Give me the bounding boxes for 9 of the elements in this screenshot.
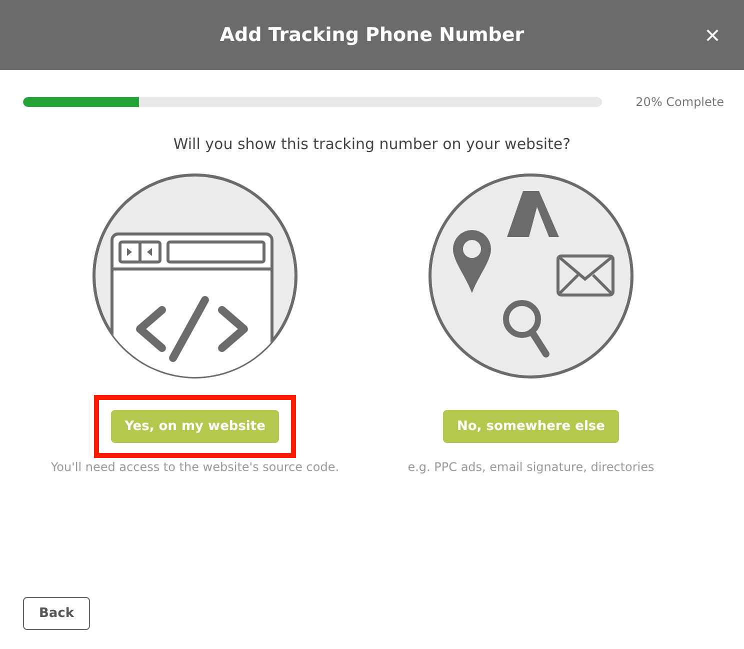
dialog-title: Add Tracking Phone Number <box>220 24 524 46</box>
option-caption: You'll need access to the website's source code. <box>50 460 340 474</box>
browser-code-icon <box>92 173 298 379</box>
close-button[interactable]: × <box>704 22 720 48</box>
question-text: Will you show this tracking number on your website? <box>172 135 572 153</box>
back-button[interactable]: Back <box>23 597 90 630</box>
progress-label: 20% Complete <box>636 95 724 109</box>
option-caption: e.g. PPC ads, email signature, directories <box>408 460 654 474</box>
marketing-channels-icon <box>428 173 634 379</box>
